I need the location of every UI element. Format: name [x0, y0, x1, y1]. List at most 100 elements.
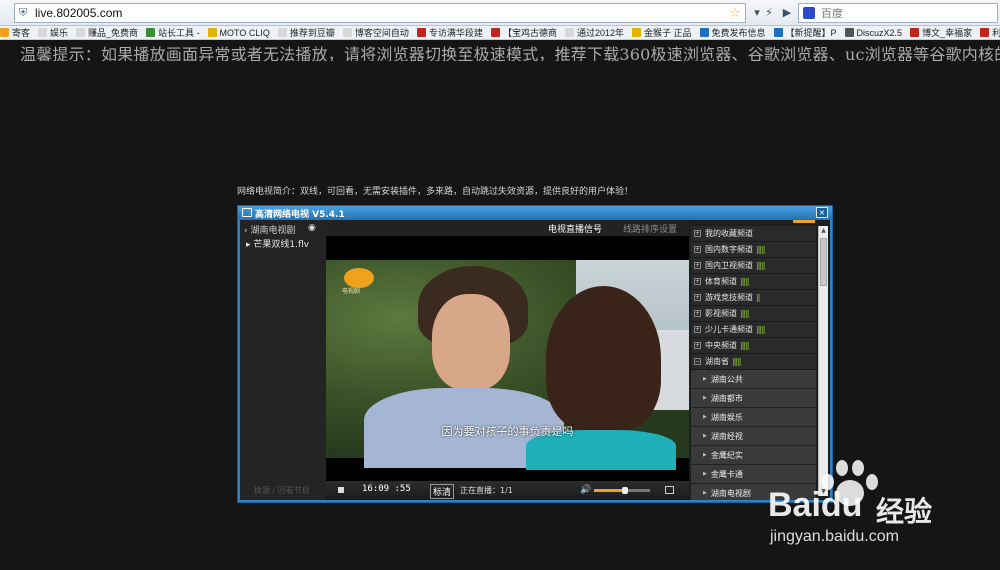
search-placeholder: 百度	[821, 8, 843, 20]
channel-group[interactable]: + 我的收藏频道	[691, 226, 816, 242]
stop-button[interactable]	[338, 487, 344, 493]
sub-channel-label: 湖南公共	[710, 374, 743, 384]
signal-bars: |||||	[740, 341, 750, 350]
address-bar[interactable]: ⛨ live.802005.com ☆	[14, 3, 746, 23]
bookmark-item[interactable]: 推荐到豆瓣	[277, 26, 335, 39]
expand-icon[interactable]: +	[694, 294, 701, 301]
volume-knob[interactable]	[621, 487, 628, 494]
tab-live-signal[interactable]: 电视直播信号	[548, 222, 602, 235]
channel-group[interactable]: − 湖南省 |||||	[691, 354, 816, 370]
triangle-icon: ▶	[703, 376, 707, 382]
bookmark-item[interactable]: 寄客	[0, 26, 30, 39]
sub-channel-item[interactable]: ▶ 湖南公共	[691, 370, 816, 389]
channel-group[interactable]: + 体育频道 |||||	[691, 274, 816, 290]
sub-channel-label: 湖南经视	[710, 431, 743, 441]
player-title-bar: 高清网络电视 V5.4.1 ×	[238, 206, 832, 220]
channel-group-label: 湖南省	[705, 357, 729, 366]
bookmark-label: 专访满华段建	[428, 28, 483, 38]
scroll-up-icon[interactable]: ▲	[819, 226, 828, 235]
playlist-file[interactable]: ▸ 芒果双线1.flv	[246, 237, 309, 250]
signal-bars: |||||	[740, 309, 750, 318]
tab-line-sort[interactable]: 线路排序设置	[623, 222, 677, 235]
bookmark-label: 【宝鸡古德商	[502, 28, 557, 38]
video-tabs: 电视直播信号 线路排序设置	[326, 220, 689, 236]
bookmark-item[interactable]: 博文_幸福家	[910, 26, 972, 39]
channel-group[interactable]: + 少儿卡通频道 |||||	[691, 322, 816, 338]
channel-group[interactable]: + 国内卫视频道 |||||	[691, 258, 816, 274]
channel-group-label: 体育频道	[705, 277, 737, 286]
volume-slider[interactable]	[594, 487, 650, 494]
sub-channel-item[interactable]: ▶ 湖南经视	[691, 427, 816, 446]
intro-text: 网络电视简介：双线，可回看，无需安装插件，多来路，自动跳过失效资源，提供良好的用…	[237, 187, 634, 197]
quality-button[interactable]: 标清	[430, 484, 455, 499]
browser-toolbar: ⛨ live.802005.com ☆ ▾ ⚡ ▶ 百度	[0, 0, 1000, 26]
star-icon[interactable]: ☆	[729, 6, 741, 21]
channel-logo-icon	[344, 268, 374, 288]
scroll-thumb[interactable]	[820, 238, 827, 286]
channel-group[interactable]: + 中央频道 |||||	[691, 338, 816, 354]
bookmark-item[interactable]: 【新提醒】P	[773, 26, 837, 39]
sub-channel-label: 金鹰卡通	[710, 469, 743, 479]
bookmark-item[interactable]: 通过2012年	[564, 26, 624, 39]
clock-time: 16:09 :55	[362, 484, 411, 494]
video-frame[interactable]: 电视剧 因为要对孩子的事负责是吗	[326, 236, 689, 481]
bookmark-item[interactable]: 利博亚洲-专	[980, 26, 1000, 39]
bookmark-label: 寄客	[12, 28, 31, 38]
current-channel[interactable]: › 湖南电视剧	[244, 223, 295, 236]
expand-icon[interactable]: +	[694, 246, 701, 253]
play-icon[interactable]: ▶	[778, 4, 796, 22]
url-text[interactable]: live.802005.com	[35, 6, 122, 20]
bookmark-label: DiscuzX2.5	[856, 27, 903, 38]
bookmark-icon	[76, 28, 86, 37]
scrollbar[interactable]: ▲ ▼	[818, 226, 828, 496]
expand-icon[interactable]: +	[694, 230, 701, 237]
bookmark-icon	[631, 28, 641, 37]
channel-group-label: 国内卫视频道	[705, 261, 753, 270]
bookmark-item[interactable]: 【宝鸡古德商	[490, 26, 557, 39]
bookmark-item[interactable]: MOTO CLIQ	[207, 28, 270, 38]
bookmark-icon	[146, 28, 156, 37]
bookmark-item[interactable]: 免费发布信息	[699, 26, 766, 39]
bookmark-icon	[0, 28, 9, 37]
channel-group[interactable]: + 国内数字频道 |||||	[691, 242, 816, 258]
triangle-icon: ▶	[703, 414, 707, 420]
channel-group[interactable]: + 游戏竞技频道 ||	[691, 290, 816, 306]
collapse-icon[interactable]: −	[694, 358, 701, 365]
bookmark-label: 利博亚洲-专	[992, 26, 1000, 39]
search-input[interactable]: 百度	[798, 3, 998, 23]
channel-group-label: 游戏竞技频道	[705, 293, 753, 302]
bookmark-item[interactable]: 娱乐	[38, 26, 68, 39]
expand-icon[interactable]: +	[694, 278, 701, 285]
bookmark-item[interactable]: 赚品_免费商	[76, 26, 138, 39]
bookmark-item[interactable]: DiscuzX2.5	[844, 27, 903, 38]
bookmark-icon	[980, 28, 990, 37]
volume-icon[interactable]: 🔊	[580, 485, 591, 495]
fullscreen-icon[interactable]	[665, 486, 674, 494]
bookmark-icon	[699, 28, 709, 37]
bookmark-label: 通过2012年	[576, 28, 624, 38]
signal-bars: |||||	[740, 277, 750, 286]
bookmark-item[interactable]: 博客空间自动	[342, 26, 409, 39]
bookmark-item[interactable]: 专访满华段建	[416, 26, 483, 39]
bookmark-icon	[416, 28, 426, 37]
expand-icon[interactable]: +	[694, 262, 701, 269]
expand-icon[interactable]: +	[694, 342, 701, 349]
notice-text: 温馨提示：如果播放画面异常或者无法播放，请将浏览器切换至极速模式，推荐下载360…	[20, 45, 1000, 61]
sub-channel-label: 湖南娱乐	[710, 412, 743, 422]
bookmark-item[interactable]: 金猴子 正品	[631, 26, 692, 39]
bookmark-icon	[38, 28, 48, 37]
lightning-icon[interactable]: ⚡	[760, 4, 778, 22]
close-button[interactable]: ×	[816, 207, 828, 218]
bookmark-label: 博文_幸福家	[922, 28, 973, 38]
bookmark-icon	[910, 28, 920, 37]
triangle-icon: ▶	[703, 471, 707, 477]
channel-group[interactable]: + 影视频道 |||||	[691, 306, 816, 322]
eye-icon[interactable]: ◉	[308, 223, 316, 233]
sub-channel-item[interactable]: ▶ 湖南都市	[691, 389, 816, 408]
sub-channel-label: 湖南电视剧	[710, 488, 751, 498]
sub-channel-item[interactable]: ▶ 湖南娱乐	[691, 408, 816, 427]
watermark-brand-cn: 经验	[876, 495, 933, 528]
bookmark-item[interactable]: 站长工具 -	[146, 26, 200, 39]
expand-icon[interactable]: +	[694, 310, 701, 317]
expand-icon[interactable]: +	[694, 326, 701, 333]
